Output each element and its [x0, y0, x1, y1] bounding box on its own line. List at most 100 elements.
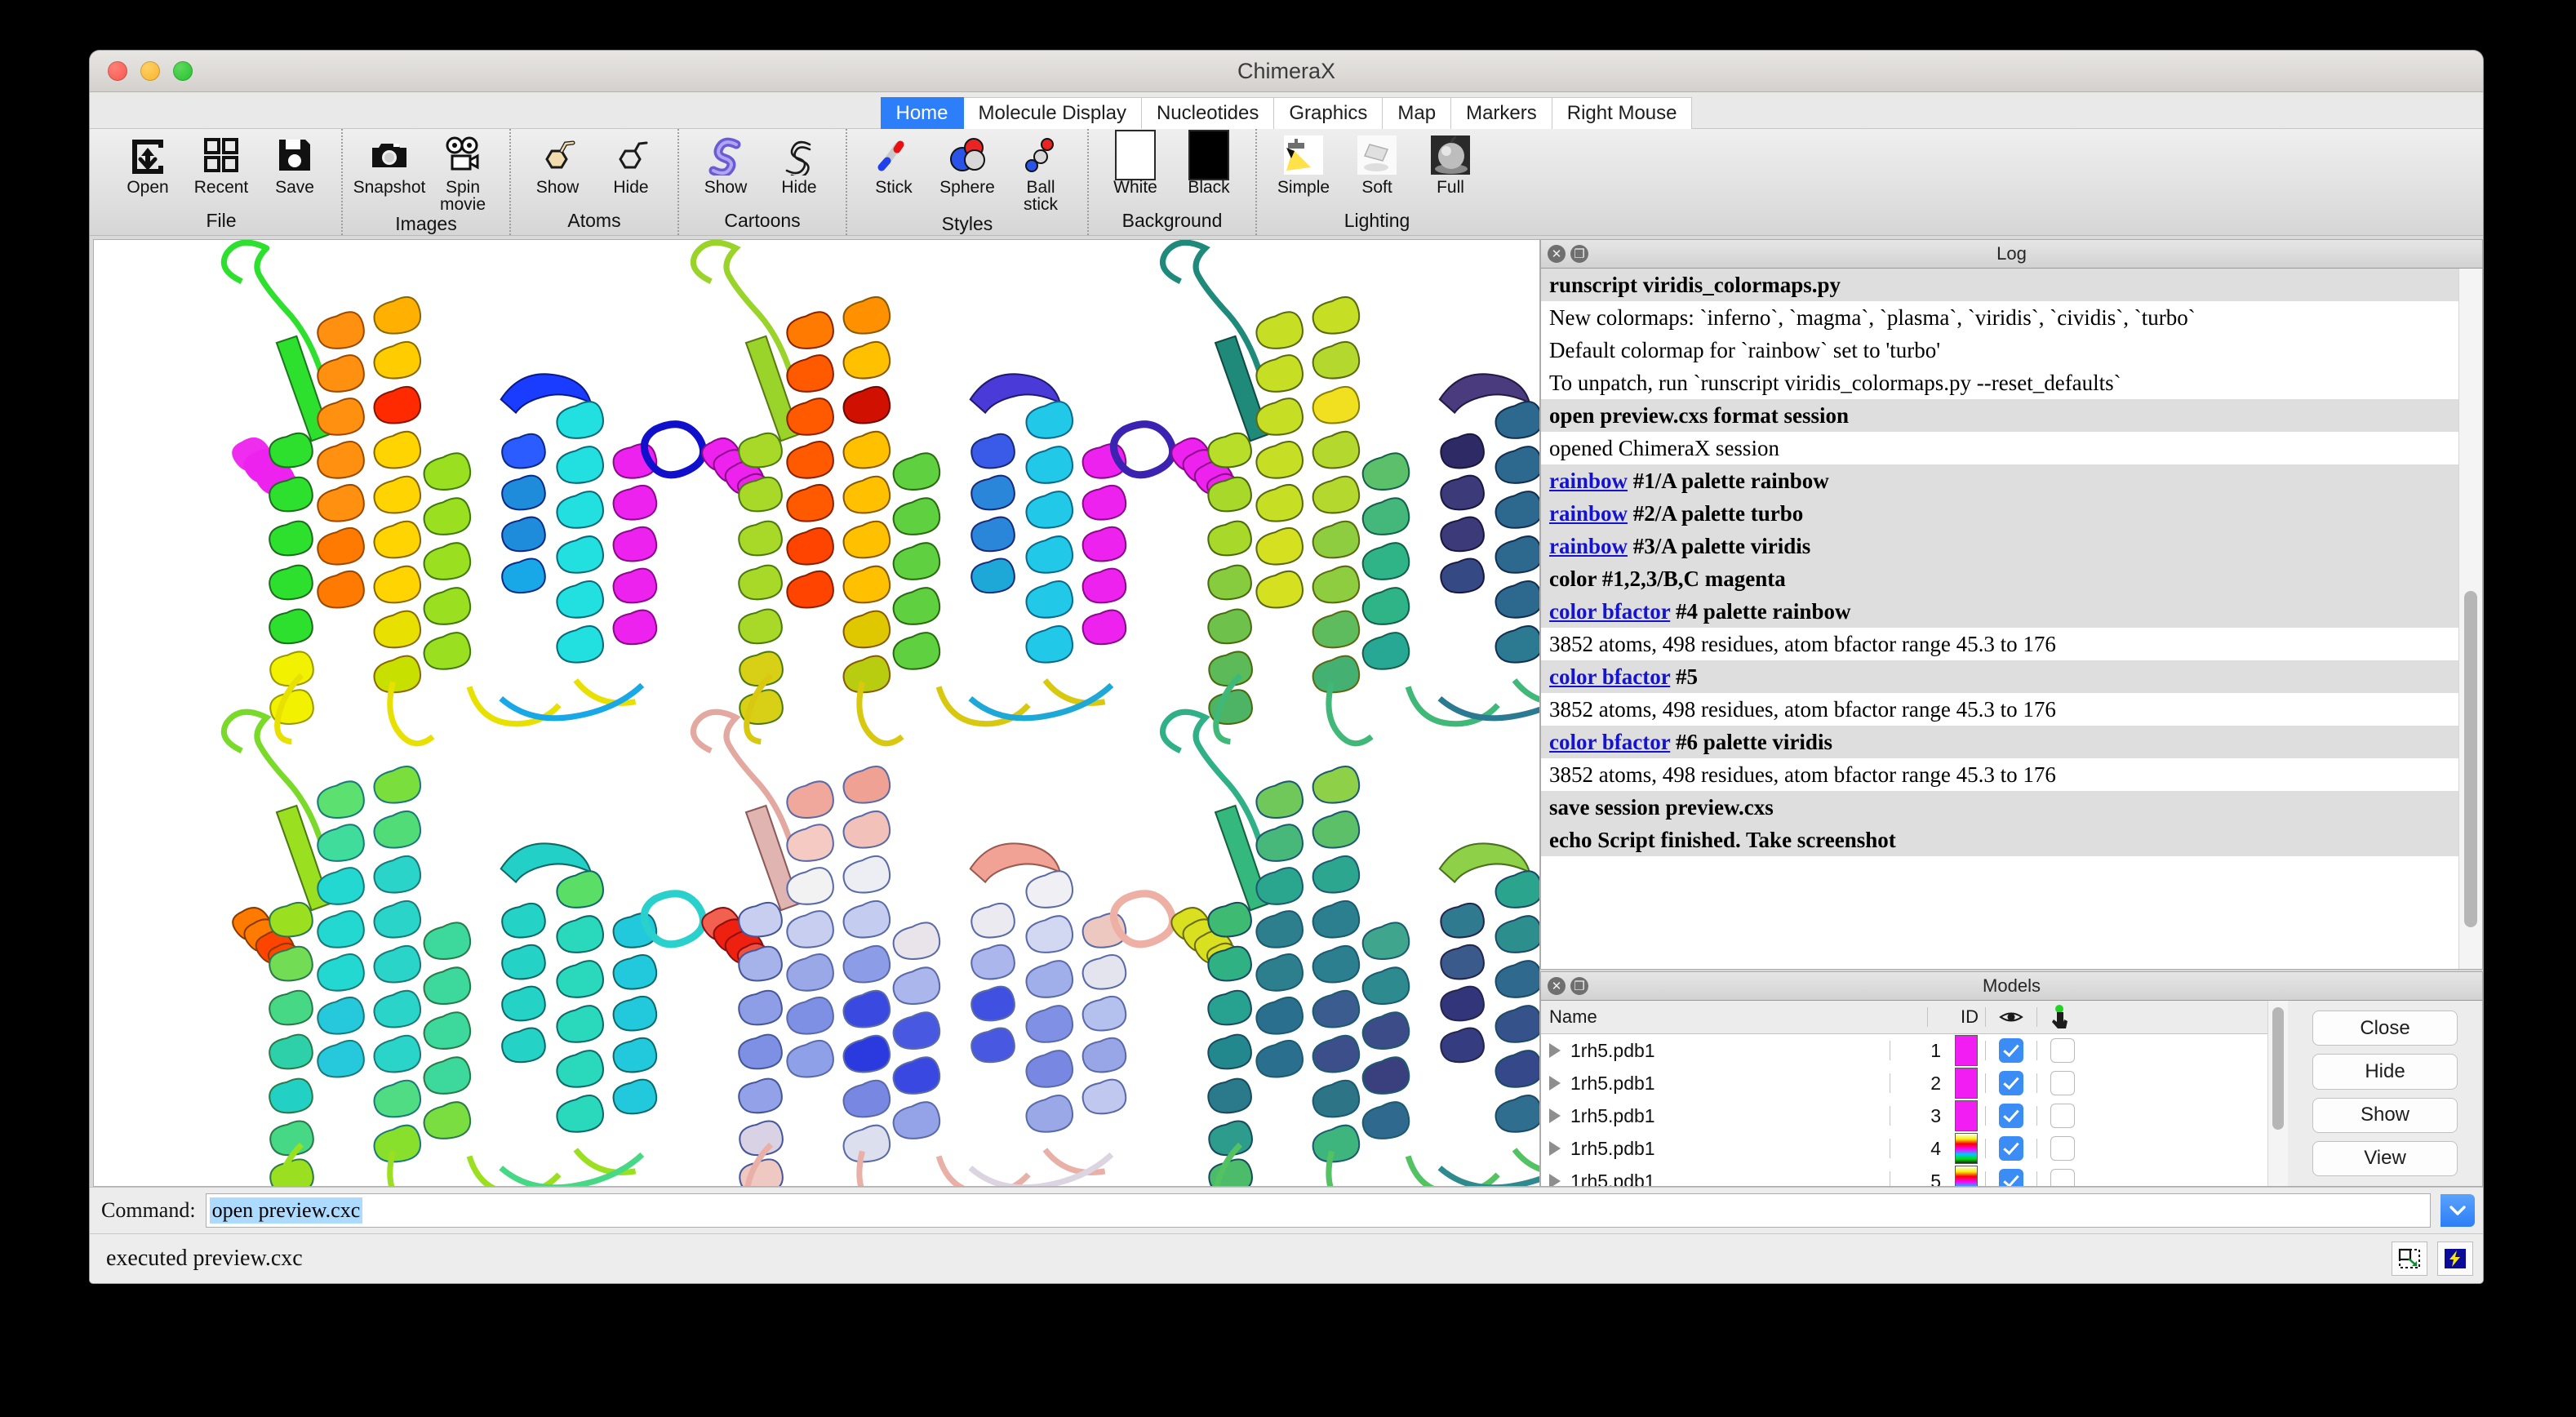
status-bar: executed preview.cxc	[90, 1233, 2483, 1283]
log-line-text: #2/A palette turbo	[1628, 501, 1803, 526]
graphics-viewport[interactable]	[93, 239, 1540, 1187]
model-shown-checkbox[interactable]	[1986, 1136, 2036, 1161]
model-select-checkbox[interactable]	[2037, 1104, 2088, 1128]
ribbon-button-lighting-full[interactable]: Full	[1415, 134, 1486, 196]
expand-triangle-icon[interactable]	[1549, 1076, 1561, 1091]
ribbon-button-atoms-show[interactable]: Show	[522, 134, 593, 196]
model-1-rainbow	[224, 242, 703, 744]
tab-graphics[interactable]: Graphics	[1274, 97, 1383, 130]
models-table-row[interactable]: 1rh5.pdb15	[1541, 1165, 2267, 1186]
model-shown-checkbox[interactable]	[1986, 1169, 2036, 1186]
models-table-row[interactable]: 1rh5.pdb14	[1541, 1132, 2267, 1165]
grid-tiles-icon	[201, 134, 242, 176]
ribbon-button-file-save[interactable]: Save	[260, 134, 330, 196]
log-output-line: 3852 atoms, 498 residues, atom bfactor r…	[1541, 628, 2458, 660]
ribbon-button-styles-sphere[interactable]: Sphere	[932, 134, 1002, 196]
model-id: 5	[1890, 1170, 1948, 1187]
lightning-bolt-icon[interactable]	[2437, 1242, 2473, 1276]
log-command-link[interactable]: rainbow	[1549, 534, 1628, 558]
log-command-link[interactable]: rainbow	[1549, 501, 1628, 526]
chimerax-main-window: ChimeraX HomeMolecule DisplayNucleotides…	[90, 51, 2483, 1283]
window-title: ChimeraX	[90, 51, 2483, 91]
ribbon-button-background-black[interactable]: Black	[1174, 134, 1244, 196]
log-scrollbar-thumb[interactable]	[2464, 591, 2477, 927]
log-command-link[interactable]: color bfactor	[1549, 730, 1670, 754]
status-icons	[2392, 1242, 2473, 1276]
tab-home[interactable]: Home	[881, 97, 964, 130]
model-shown-checkbox[interactable]	[1986, 1071, 2036, 1095]
log-command-link[interactable]: color bfactor	[1549, 664, 1670, 689]
model-select-checkbox[interactable]	[2037, 1169, 2088, 1186]
floppy-disk-icon	[274, 135, 315, 175]
models-table-row[interactable]: 1rh5.pdb12	[1541, 1067, 2267, 1099]
expand-triangle-icon[interactable]	[1549, 1043, 1561, 1058]
log-command-line[interactable]: rainbow #2/A palette turbo	[1541, 497, 2458, 530]
model-shown-checkbox[interactable]	[1986, 1104, 2036, 1128]
tab-map[interactable]: Map	[1383, 97, 1451, 130]
hide-button[interactable]: Hide	[2312, 1054, 2458, 1089]
checkbox	[2050, 1104, 2075, 1128]
log-command-line[interactable]: rainbow #1/A palette rainbow	[1541, 464, 2458, 497]
ribbon-button-cartoons-show[interactable]: Show	[691, 134, 761, 196]
models-scrollbar[interactable]	[2267, 1001, 2288, 1186]
models-scrollbar-thumb[interactable]	[2272, 1007, 2284, 1130]
log-command-line[interactable]: color bfactor #6 palette viridis	[1541, 726, 2458, 758]
log-scrollbar[interactable]	[2458, 269, 2482, 969]
ribbon-button-label: Sphere	[939, 179, 995, 196]
ribbon-button-images-snapshot[interactable]: Snapshot	[354, 134, 424, 196]
models-table-row[interactable]: 1rh5.pdb11	[1541, 1034, 2267, 1067]
resize-region-icon[interactable]	[2392, 1242, 2427, 1276]
log-command-line[interactable]: color bfactor #5	[1541, 660, 2458, 693]
models-table-row[interactable]: 1rh5.pdb13	[1541, 1099, 2267, 1132]
ribbon-button-file-recent[interactable]: Recent	[186, 134, 256, 196]
model-shown-checkbox[interactable]	[1986, 1038, 2036, 1063]
tab-molecule-display[interactable]: Molecule Display	[964, 97, 1142, 130]
model-select-checkbox[interactable]	[2037, 1071, 2088, 1095]
view-button[interactable]: View	[2312, 1141, 2458, 1176]
select-hand-icon	[2052, 1005, 2073, 1029]
right-dock-column: ✕ ❐ Log runscript viridis_colormaps.pyNe…	[1540, 239, 2483, 1187]
log-command-link[interactable]: color bfactor	[1549, 599, 1670, 624]
column-shown-header	[1986, 1009, 2036, 1025]
log-command-link[interactable]: rainbow	[1549, 469, 1628, 493]
column-select-header	[2037, 1005, 2088, 1029]
log-command-line[interactable]: color bfactor #4 palette rainbow	[1541, 595, 2458, 628]
model-select-checkbox[interactable]	[2037, 1038, 2088, 1063]
ribbon-button-atoms-hide[interactable]: Hide	[596, 134, 666, 196]
command-history-dropdown[interactable]	[2441, 1194, 2475, 1227]
ribbon-button-styles-ball-stick[interactable]: Ballstick	[1006, 134, 1076, 213]
model-color-swatch[interactable]	[1948, 1068, 1985, 1099]
ribbon-button-lighting-soft[interactable]: Soft	[1342, 134, 1412, 196]
expand-triangle-icon[interactable]	[1549, 1108, 1561, 1123]
model-name: 1rh5.pdb1	[1570, 1105, 1655, 1127]
lightning-bolt-glyph	[2444, 1248, 2467, 1269]
tab-markers[interactable]: Markers	[1451, 97, 1552, 130]
tab-nucleotides[interactable]: Nucleotides	[1142, 97, 1274, 130]
ribbon-button-file-open[interactable]: Open	[113, 134, 183, 196]
command-input[interactable]: open preview.cxc	[206, 1193, 2431, 1228]
ribbon-group-lighting: SimpleSoftFullLighting	[1255, 129, 1497, 235]
model-color-swatch[interactable]	[1948, 1166, 1985, 1186]
model-select-checkbox[interactable]	[2037, 1136, 2088, 1161]
model-color-swatch[interactable]	[1948, 1100, 1985, 1131]
show-button[interactable]: Show	[2312, 1098, 2458, 1133]
ribbon-button-background-white[interactable]: White	[1100, 134, 1170, 196]
ribbon-button-label: Simple	[1277, 179, 1330, 196]
models-table-header: Name ID	[1541, 1001, 2267, 1034]
ribbon-button-cartoons-hide[interactable]: Hide	[764, 134, 834, 196]
checkbox	[2050, 1038, 2075, 1063]
model-color-swatch[interactable]	[1948, 1133, 1985, 1164]
ribbon-filled-icon	[705, 134, 746, 176]
command-input-value: open preview.cxc	[210, 1197, 363, 1224]
log-command-line[interactable]: rainbow #3/A palette viridis	[1541, 530, 2458, 562]
model-color-swatch[interactable]	[1948, 1035, 1985, 1066]
ribbon-button-lighting-simple[interactable]: Simple	[1268, 134, 1339, 196]
expand-triangle-icon[interactable]	[1549, 1174, 1561, 1186]
tab-right-mouse[interactable]: Right Mouse	[1552, 97, 1693, 130]
ribbon-button-images-spin-movie[interactable]: Spinmovie	[428, 134, 498, 213]
molecule-outline-icon	[611, 135, 651, 175]
close-button[interactable]: Close	[2312, 1011, 2458, 1046]
ribbon-button-styles-stick[interactable]: Stick	[859, 134, 929, 196]
expand-triangle-icon[interactable]	[1549, 1141, 1561, 1156]
log-content[interactable]: runscript viridis_colormaps.pyNew colorm…	[1541, 269, 2458, 969]
